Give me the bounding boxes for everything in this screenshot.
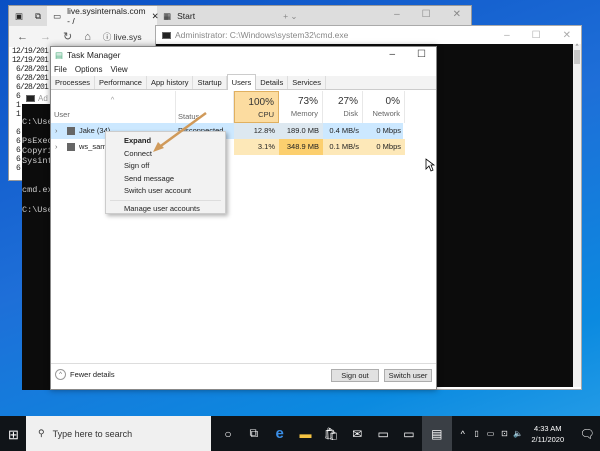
col-disk[interactable]: 27% Disk: [323, 91, 363, 123]
mail-icon[interactable]: ✉: [344, 416, 370, 451]
expand-chevron-icon[interactable]: ›: [55, 123, 62, 139]
maximize-icon[interactable]: ☐: [417, 49, 426, 60]
network-icon[interactable]: ⊡: [498, 416, 512, 451]
menu-file[interactable]: File: [54, 65, 67, 74]
annotation-arrow-icon: [153, 111, 207, 152]
file-explorer-icon[interactable]: ▬: [293, 416, 319, 451]
cmd-window-controls: – ☐ ✕: [504, 30, 571, 41]
clock[interactable]: 4:33 AM 2/11/2020: [531, 423, 564, 445]
taskbar-search-box[interactable]: ⚲ Type here to search: [26, 416, 212, 451]
menu-item-manage-user-accounts[interactable]: Manage user accounts: [106, 203, 225, 216]
show-hidden-icons[interactable]: ^: [456, 416, 470, 451]
tab-preview-icon[interactable]: ⧉: [29, 6, 47, 26]
minimize-icon[interactable]: –: [389, 49, 395, 60]
taskbar: ⊞ ⚲ Type here to search ○ ⧉ e ▬ 🛍 ✉ ▭ ▭ ▤…: [0, 416, 600, 451]
tab-users[interactable]: Users: [226, 74, 257, 90]
menu-separator: [110, 199, 221, 201]
menu-options[interactable]: Options: [75, 65, 103, 74]
sign-out-button[interactable]: Sign out: [331, 369, 379, 382]
sort-up-icon: ^: [110, 95, 115, 104]
device-icon[interactable]: ▯: [470, 416, 484, 451]
mouse-cursor-icon: [425, 158, 435, 172]
cmd-icon: [26, 94, 35, 102]
browser-window-controls: – ☐ ✕: [394, 9, 461, 20]
browser-tab-start[interactable]: ▦ Start: [157, 6, 277, 26]
tm-tabs: Processes Performance App history Startu…: [51, 74, 436, 90]
column-headers: ^ User Status 100% CPU 73% Memory 27% Disk 0…: [51, 91, 436, 123]
cmd-icon: [162, 31, 171, 39]
tab-actions-icon[interactable]: ▣: [9, 6, 29, 26]
tab-details[interactable]: Details: [256, 76, 289, 89]
new-tab-icon[interactable]: + ⌄: [277, 6, 303, 26]
menu-item-sign-off[interactable]: Sign off: [106, 160, 225, 173]
table-row[interactable]: › ws_sam 3.1% 348.9 MB 0.1 MB/s 0 Mbps: [51, 139, 405, 155]
col-cpu[interactable]: 100% CPU: [234, 91, 279, 123]
tm-window-controls: – ☐: [389, 49, 426, 60]
user-avatar-icon: [67, 143, 75, 151]
user-avatar-icon: [67, 127, 75, 135]
search-icon: ⚲: [38, 428, 45, 438]
page-icon: ▭: [53, 10, 62, 21]
cmd-scrollbar[interactable]: ^: [573, 44, 581, 387]
cmd-window-2: Ad C:\Use PsExec Copyri Sysint cmd.ex C:\U…: [22, 92, 52, 390]
minimize-icon[interactable]: –: [504, 30, 510, 41]
close-icon[interactable]: ✕: [563, 30, 571, 41]
task-manager-icon: ▤: [55, 49, 64, 60]
tab-startup[interactable]: Startup: [193, 76, 227, 89]
home-icon[interactable]: ⌂: [84, 31, 91, 43]
cmd2-titlebar: Ad: [22, 92, 52, 104]
back-icon[interactable]: ←: [17, 31, 28, 43]
menu-item-send-message[interactable]: Send message: [106, 173, 225, 186]
menu-item-switch-user-account[interactable]: Switch user account: [106, 185, 225, 198]
tab-services[interactable]: Services: [288, 76, 326, 89]
volume-icon[interactable]: 🔈: [511, 416, 525, 451]
scrollbar-thumb[interactable]: [574, 50, 580, 64]
battery-icon[interactable]: ▭: [484, 416, 498, 451]
task-manager-taskbar-icon[interactable]: ▤: [421, 416, 452, 451]
switch-user-button[interactable]: Switch user: [384, 369, 432, 382]
tab-performance[interactable]: Performance: [95, 76, 147, 89]
task-manager-window: ▤ Task Manager – ☐ File Options View Proce…: [50, 46, 437, 390]
footer-divider: [51, 363, 436, 364]
menu-view[interactable]: View: [110, 65, 127, 74]
cortana-icon[interactable]: ○: [215, 416, 241, 451]
maximize-icon[interactable]: ☐: [422, 9, 431, 20]
close-icon[interactable]: ✕: [453, 9, 461, 20]
forward-icon[interactable]: →: [40, 31, 51, 43]
action-center-icon[interactable]: 🗨: [574, 416, 600, 451]
address-text: live.sys: [113, 31, 142, 42]
table-row[interactable]: › Jake (34) Disconnected 12.8% 189.0 MB …: [51, 123, 403, 139]
maximize-icon[interactable]: ☐: [532, 30, 541, 41]
refresh-icon[interactable]: ↻: [63, 30, 72, 43]
expand-chevron-icon[interactable]: ›: [55, 139, 62, 155]
tab-processes[interactable]: Processes: [51, 76, 96, 89]
cmd-taskbar-icon-2[interactable]: ▭: [396, 416, 422, 451]
windows-start-icon[interactable]: ⊞: [8, 427, 19, 443]
store-icon[interactable]: 🛍: [318, 416, 344, 451]
minimize-icon[interactable]: –: [394, 9, 400, 20]
task-view-icon[interactable]: ⧉: [241, 416, 267, 451]
address-bar[interactable]: ⓘ live.sys: [103, 31, 142, 43]
cmd-taskbar-icon[interactable]: ▭: [370, 416, 396, 451]
col-network[interactable]: 0% Network: [363, 91, 405, 123]
tm-titlebar: ▤ Task Manager: [55, 49, 121, 61]
browser-tab-sysinternals[interactable]: ▭ live.sysinternals.com - / ✕: [47, 6, 159, 26]
start-icon: ▦: [163, 10, 172, 21]
edge-icon[interactable]: e: [267, 416, 293, 451]
col-memory[interactable]: 73% Memory: [279, 91, 323, 123]
cmd2-console[interactable]: C:\Use PsExec Copyri Sysint cmd.ex C:\Use: [22, 104, 52, 216]
tab-app-history[interactable]: App history: [147, 76, 194, 89]
